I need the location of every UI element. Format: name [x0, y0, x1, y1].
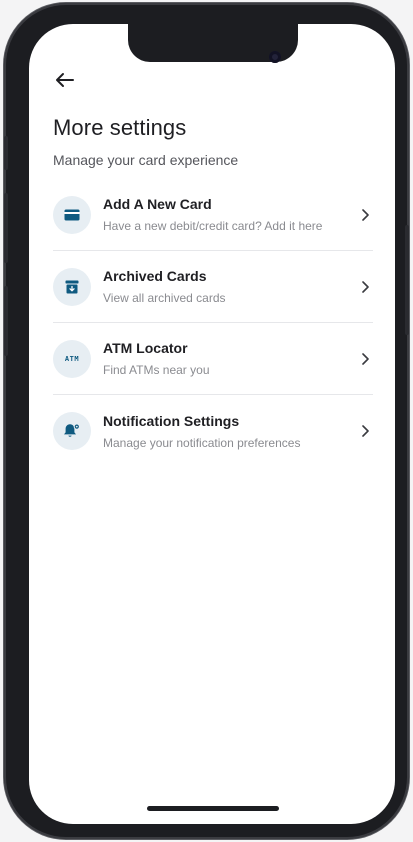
notch [128, 24, 298, 63]
page-subtitle: Manage your card experience [53, 152, 239, 168]
chevron-right-icon [357, 279, 373, 295]
settings-list: Add A New Card Have a new debit/credit c… [53, 179, 373, 467]
item-title: Add A New Card [103, 196, 212, 212]
page-title: More settings [53, 115, 187, 140]
item-icon-container [53, 267, 91, 306]
volume-down-button [4, 286, 8, 356]
chevron-right-icon [357, 351, 373, 367]
archive-icon [65, 280, 79, 293]
arrow-left-icon [56, 73, 74, 87]
atm-icon: ATM [64, 354, 80, 363]
back-button[interactable] [53, 68, 77, 92]
item-description: Have a new debit/credit card? Add it her… [103, 219, 323, 233]
item-icon-container: ATM [53, 339, 91, 378]
item-title: Notification Settings [103, 412, 240, 429]
screen: More settings Manage your card experienc… [29, 24, 395, 824]
item-title: ATM Locator [103, 340, 188, 356]
silent-switch [4, 136, 8, 170]
item-title: Archived Cards [103, 268, 207, 284]
item-description: Manage your notification preferences [103, 435, 301, 450]
item-icon-container [53, 412, 91, 450]
item-icon-container [53, 195, 91, 234]
bell-gear-icon [64, 423, 80, 437]
chevron-right-icon [357, 207, 373, 223]
list-item-notification-settings[interactable]: Notification Settings Manage your notifi… [53, 395, 373, 467]
list-item-add-card[interactable]: Add A New Card Have a new debit/credit c… [53, 179, 373, 251]
phone-frame: More settings Manage your card experienc… [4, 3, 409, 839]
item-description: Find ATMs near you [103, 363, 210, 377]
item-description: View all archived cards [103, 291, 226, 305]
home-indicator[interactable] [147, 806, 279, 811]
card-icon [64, 209, 80, 220]
power-button [405, 225, 409, 335]
camera-icon [269, 51, 281, 63]
volume-up-button [4, 193, 8, 263]
list-item-archived-cards[interactable]: Archived Cards View all archived cards [53, 251, 373, 323]
list-item-atm-locator[interactable]: ATM ATM Locator Find ATMs near you [53, 323, 373, 395]
chevron-right-icon [357, 423, 373, 439]
